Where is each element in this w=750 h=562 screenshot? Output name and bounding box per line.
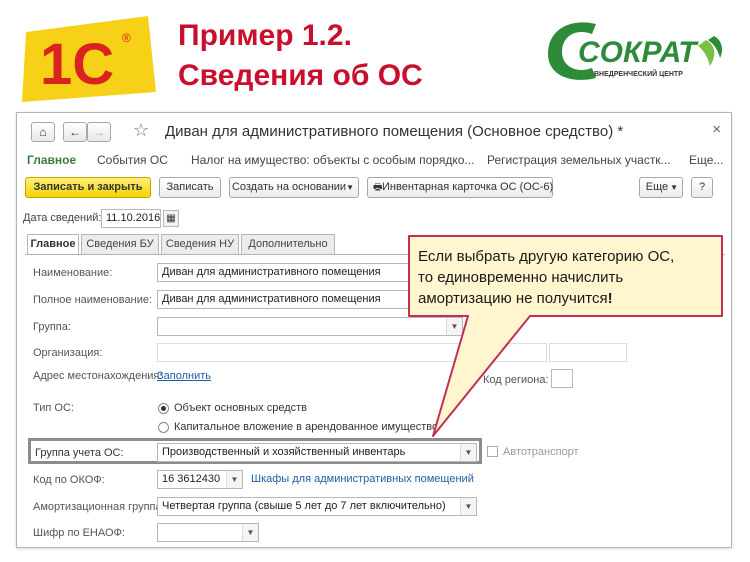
okof-label: Код по ОКОФ:	[33, 474, 105, 486]
organization-extra-field[interactable]	[549, 343, 627, 362]
forward-arrow-icon: →	[93, 125, 105, 139]
favorite-star-icon[interactable]: ☆	[133, 120, 149, 141]
forward-button[interactable]: →	[87, 122, 111, 142]
tab-accounting[interactable]: Сведения БУ	[81, 234, 159, 254]
dropdown-arrow-icon[interactable]: ▼	[226, 471, 242, 488]
home-icon: ⌂	[39, 125, 47, 139]
printer-icon: 🖶	[373, 182, 383, 193]
full-name-label: Полное наименование:	[33, 294, 153, 306]
callout-text: Если выбрать другую категорию ОС, то еди…	[418, 246, 708, 309]
group-label: Группа:	[33, 321, 71, 333]
slide-title-line1: Пример 1.2.	[178, 19, 352, 52]
sokrat-logo: СОКРАТ ВНЕДРЕНЧЕСКИЙ ЦЕНТР	[548, 22, 722, 80]
callout-exclamation: !	[607, 290, 613, 307]
nav-item-land-registration[interactable]: Регистрация земельных участк...	[487, 153, 671, 167]
section-navbar: Главное События ОС Налог на имущество: о…	[17, 150, 731, 172]
back-button[interactable]: ←	[63, 122, 87, 142]
dropdown-arrow-icon[interactable]: ▼	[242, 524, 258, 541]
nav-item-property-tax[interactable]: Налог на имущество: объекты с особым пор…	[191, 153, 474, 167]
nav-item-more[interactable]: Еще...	[689, 153, 723, 167]
nav-item-events[interactable]: События ОС	[97, 153, 168, 167]
dropdown-arrow-icon[interactable]: ▼	[446, 318, 462, 335]
okof-field[interactable]: 16 3612430 ▼	[157, 470, 243, 489]
address-fill-link[interactable]: Заполнить	[157, 370, 211, 382]
address-label: Адрес местонахождения:	[33, 370, 163, 382]
okof-value: 16 3612430	[162, 473, 221, 485]
slide-title-line2: Сведения об ОС	[178, 59, 423, 92]
create-based-on-label: Создать на основании	[231, 181, 347, 193]
vehicle-label: Автотранспорт	[503, 446, 579, 458]
chevron-down-icon: ▼	[670, 183, 678, 192]
window-title: Диван для административного помещения (О…	[165, 123, 624, 140]
asset-type-radio-fixed[interactable]	[158, 403, 169, 414]
1c-logo: 1С ®	[22, 16, 156, 102]
accounting-group-label: Группа учета ОС:	[35, 447, 124, 459]
dropdown-arrow-icon[interactable]: ▼	[460, 498, 476, 515]
back-arrow-icon: ←	[69, 125, 81, 139]
name-label: Наименование:	[33, 267, 113, 279]
depreciation-group-value: Четвертая группа (свыше 5 лет до 7 лет в…	[162, 500, 446, 512]
organization-field[interactable]	[157, 343, 547, 362]
asset-type-label: Тип ОС:	[33, 402, 74, 414]
region-code-label: Код региона:	[483, 374, 549, 386]
document-window: ⌂ ← → ☆ Диван для административного поме…	[16, 112, 732, 548]
home-button[interactable]: ⌂	[31, 122, 55, 142]
sokrat-logo-sub: ВНЕДРЕНЧЕСКИЙ ЦЕНТР	[594, 69, 683, 78]
sokrat-logo-text: СОКРАТ	[578, 36, 699, 69]
date-label: Дата сведений:	[23, 212, 102, 224]
tab-main[interactable]: Главное	[27, 234, 79, 255]
callout-line-3: амортизацию не получится!	[418, 288, 708, 309]
save-and-close-button[interactable]: Записать и закрыть	[25, 177, 151, 198]
okof-description-link[interactable]: Шкафы для административных помещений	[251, 473, 474, 485]
inventory-card-button[interactable]: 🖶 Инвентарная карточка ОС (ОС-6)	[367, 177, 553, 198]
window-titlebar: ⌂ ← → ☆ Диван для административного поме…	[17, 113, 731, 149]
1c-logo-mark: ®	[122, 31, 131, 45]
more-label: Еще	[645, 181, 669, 193]
tab-additional[interactable]: Дополнительно	[241, 234, 335, 254]
1c-logo-text: 1С	[40, 32, 114, 97]
help-button[interactable]: ?	[691, 177, 713, 198]
create-based-on-button[interactable]: Создать на основании ▼	[229, 177, 359, 198]
callout-line-2: то единовременно начислить	[418, 269, 624, 286]
asset-type-radio-capital[interactable]	[158, 422, 169, 433]
slide-title: Пример 1.2. Сведения об ОС	[178, 16, 423, 96]
vehicle-checkbox[interactable]	[487, 446, 498, 457]
depreciation-group-label: Амортизационная группа:	[33, 501, 165, 513]
organization-label: Организация:	[33, 347, 103, 359]
calendar-icon[interactable]: ▦	[163, 210, 179, 227]
close-icon[interactable]: ×	[712, 121, 721, 138]
enaof-label: Шифр по ЕНАОФ:	[33, 527, 125, 539]
accounting-group-field[interactable]: Производственный и хозяйственный инвента…	[157, 443, 477, 462]
asset-type-option-fixed: Объект основных средств	[174, 402, 307, 414]
save-button[interactable]: Записать	[159, 177, 221, 198]
more-button[interactable]: Еще ▼	[639, 177, 683, 198]
asset-type-option-capital: Капитальное вложение в арендованное имущ…	[174, 421, 439, 433]
nav-item-main[interactable]: Главное	[27, 153, 76, 167]
inventory-card-label: Инвентарная карточка ОС (ОС-6)	[382, 181, 554, 193]
depreciation-group-field[interactable]: Четвертая группа (свыше 5 лет до 7 лет в…	[157, 497, 477, 516]
form-toolbar: Записать и закрыть Записать Создать на о…	[17, 177, 731, 203]
region-code-field[interactable]	[551, 369, 573, 388]
chevron-down-icon: ▼	[346, 183, 354, 192]
callout-line-3-text: амортизацию не получится	[418, 290, 608, 307]
callout-line-1: Если выбрать другую категорию ОС,	[418, 248, 675, 265]
tab-tax[interactable]: Сведения НУ	[161, 234, 239, 254]
dropdown-arrow-icon[interactable]: ▼	[460, 444, 476, 461]
group-field[interactable]: ▼	[157, 317, 463, 336]
date-field[interactable]: 11.10.2016	[101, 209, 161, 228]
enaof-field[interactable]: ▼	[157, 523, 259, 542]
accounting-group-value: Производственный и хозяйственный инвента…	[162, 446, 406, 458]
